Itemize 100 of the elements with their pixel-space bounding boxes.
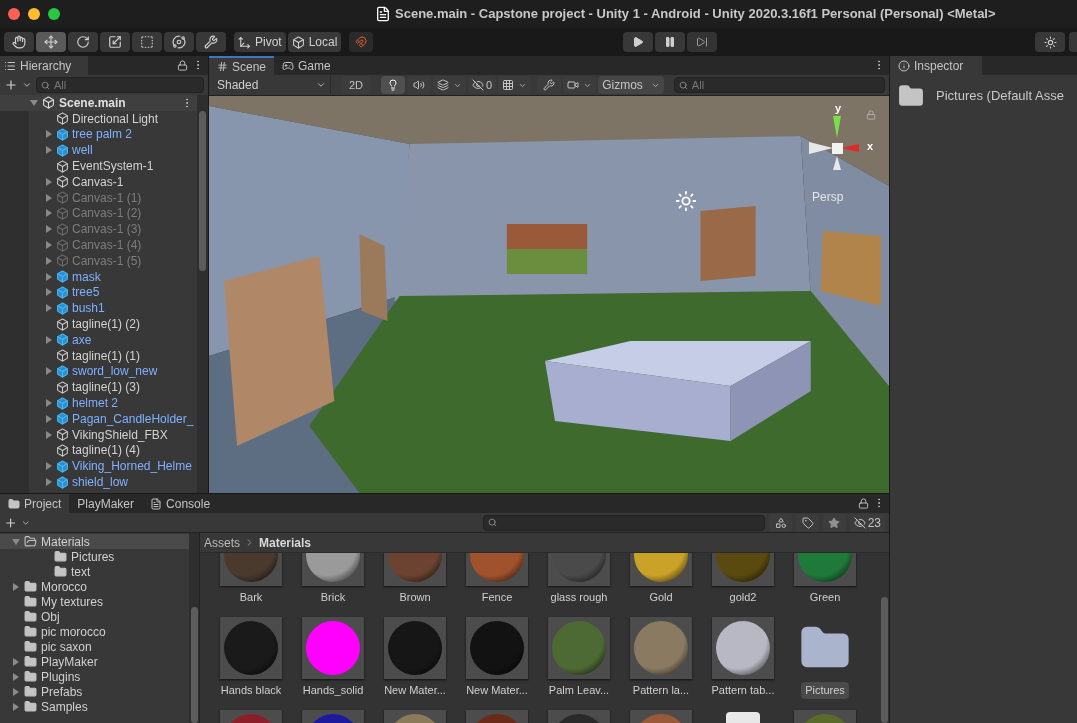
- tool-button[interactable]: [196, 32, 226, 52]
- lock-icon[interactable]: [177, 60, 188, 71]
- asset-name[interactable]: Green: [805, 589, 845, 606]
- panel-tab[interactable]: PlayMaker: [69, 494, 143, 513]
- collapsed-arrow-icon[interactable]: [12, 687, 20, 696]
- filter-by-type-button[interactable]: [769, 513, 793, 532]
- asset-name[interactable]: glass rough: [546, 589, 612, 606]
- hierarchy-item[interactable]: tagline(1) (2): [72, 317, 141, 332]
- tool-button[interactable]: [68, 32, 98, 52]
- asset-name[interactable]: Brown: [395, 589, 435, 606]
- asset-name[interactable]: New Mater...: [462, 682, 532, 699]
- asset-name[interactable]: Pattern tab...: [707, 682, 779, 699]
- lock-icon[interactable]: [858, 498, 869, 509]
- hidden-objects-toggle[interactable]: 0: [468, 76, 497, 94]
- collapsed-arrow-icon[interactable]: [12, 702, 20, 711]
- tools-button[interactable]: [537, 76, 562, 94]
- hierarchy-item[interactable]: well: [72, 143, 93, 158]
- tool-button[interactable]: [164, 32, 194, 52]
- view-tab[interactable]: Scene: [209, 56, 275, 75]
- favorites-button[interactable]: [822, 513, 846, 532]
- asset-name[interactable]: Hands_solid: [298, 682, 368, 699]
- asset-name[interactable]: New Mater...: [380, 682, 450, 699]
- breadcrumb-item[interactable]: Materials: [259, 533, 312, 552]
- folder-tree-item[interactable]: Obj: [41, 609, 60, 624]
- pivot-button[interactable]: Pivot: [234, 32, 286, 52]
- 2d-toggle[interactable]: 2D: [341, 76, 372, 94]
- collapsed-arrow-icon[interactable]: [45, 462, 53, 471]
- folder-tree-item[interactable]: Materials: [41, 534, 90, 549]
- hierarchy-tab[interactable]: Hierarchy: [0, 56, 88, 75]
- hierarchy-item[interactable]: bush1: [72, 301, 105, 316]
- folder-tree-item[interactable]: Pictures: [71, 549, 115, 564]
- scrollbar[interactable]: [189, 533, 199, 723]
- inspector-tab[interactable]: Inspector: [890, 56, 982, 75]
- folder-tree-item[interactable]: PlayMaker: [41, 654, 98, 669]
- collapsed-arrow-icon[interactable]: [45, 130, 53, 139]
- expanded-arrow-icon[interactable]: [12, 537, 20, 546]
- folder-tree-item[interactable]: pic saxon: [41, 639, 92, 654]
- hierarchy-item[interactable]: tree palm 2: [72, 127, 133, 142]
- scrollbar[interactable]: [197, 95, 208, 493]
- panel-tab[interactable]: Project: [0, 494, 70, 513]
- view-tab[interactable]: Game: [274, 56, 339, 75]
- collapsed-arrow-icon[interactable]: [45, 288, 53, 297]
- maximize-window-button[interactable]: [48, 8, 60, 20]
- hierarchy-item[interactable]: Canvas-1: [72, 174, 124, 189]
- hierarchy-item[interactable]: shield_low: [72, 475, 129, 489]
- hierarchy-item[interactable]: sword_low_new: [72, 364, 158, 379]
- step-button[interactable]: [687, 32, 718, 52]
- shading-dropdown[interactable]: Shaded: [213, 76, 331, 94]
- hierarchy-item[interactable]: EventSystem-1: [72, 159, 154, 174]
- hierarchy-item[interactable]: mask: [72, 269, 101, 284]
- asset-name[interactable]: Hands black: [216, 682, 286, 699]
- collapsed-arrow-icon[interactable]: [45, 304, 53, 313]
- collapsed-arrow-icon[interactable]: [45, 414, 53, 423]
- folder-tree-item[interactable]: My textures: [41, 594, 103, 609]
- collapsed-arrow-icon[interactable]: [12, 672, 20, 681]
- folder-tree-item[interactable]: text: [71, 564, 91, 579]
- lighting-toggle[interactable]: [381, 76, 406, 94]
- asset-name[interactable]: Palm Leav...: [544, 682, 614, 699]
- hierarchy-item[interactable]: Pagan_CandleHolder_: [72, 411, 194, 426]
- folder-tree-item[interactable]: Morocco: [41, 579, 87, 594]
- gizmos-dropdown[interactable]: Gizmos: [598, 76, 664, 94]
- asset-name[interactable]: Brick: [316, 589, 350, 606]
- hierarchy-item[interactable]: tree5: [72, 285, 100, 300]
- folder-tree-item[interactable]: Plugins: [41, 669, 81, 684]
- collapsed-arrow-icon[interactable]: [45, 399, 53, 408]
- expanded-arrow-icon[interactable]: [30, 98, 38, 107]
- add-icon[interactable]: [4, 78, 18, 92]
- collapsed-arrow-icon[interactable]: [12, 657, 20, 666]
- collapsed-arrow-icon[interactable]: [12, 582, 20, 591]
- hierarchy-item[interactable]: axe: [72, 332, 92, 347]
- asset-name[interactable]: Pattern la...: [628, 682, 694, 699]
- hierarchy-item[interactable]: tagline(1) (1): [72, 348, 141, 363]
- tool-button[interactable]: [100, 32, 130, 52]
- search-field[interactable]: [482, 514, 766, 531]
- settings-button[interactable]: [1035, 32, 1065, 52]
- asset-name[interactable]: Fence: [477, 589, 517, 606]
- asset-name[interactable]: Gold: [645, 589, 677, 606]
- collapsed-arrow-icon[interactable]: [45, 478, 53, 486]
- tool-button[interactable]: [4, 32, 34, 52]
- hierarchy-item[interactable]: Viking_Horned_Helme: [72, 459, 192, 474]
- tool-button[interactable]: [132, 32, 162, 52]
- camera-dropdown[interactable]: [563, 76, 597, 94]
- tool-button[interactable]: [36, 32, 66, 52]
- folder-tree-item[interactable]: pic morocco: [41, 624, 106, 639]
- collapsed-arrow-icon[interactable]: [45, 335, 53, 344]
- hierarchy-item[interactable]: tagline(1) (4): [72, 443, 141, 458]
- filter-by-label-button[interactable]: [796, 513, 819, 532]
- hierarchy-item[interactable]: helmet 2: [72, 396, 119, 411]
- minimize-window-button[interactable]: [28, 8, 40, 20]
- audio-toggle[interactable]: [407, 76, 432, 94]
- asset-name[interactable]: Pictures: [801, 682, 849, 699]
- hierarchy-item[interactable]: Directional Light: [72, 111, 159, 126]
- panel-tab[interactable]: Console: [142, 494, 219, 513]
- close-window-button[interactable]: [8, 8, 20, 20]
- breadcrumb-item[interactable]: Assets: [204, 533, 240, 552]
- hierarchy-item[interactable]: VikingShield_FBX: [72, 427, 168, 442]
- snap-button[interactable]: [349, 32, 374, 52]
- effects-dropdown[interactable]: [433, 76, 467, 94]
- hidden-packages-button[interactable]: 23: [849, 513, 885, 532]
- caret-icon[interactable]: [22, 80, 32, 90]
